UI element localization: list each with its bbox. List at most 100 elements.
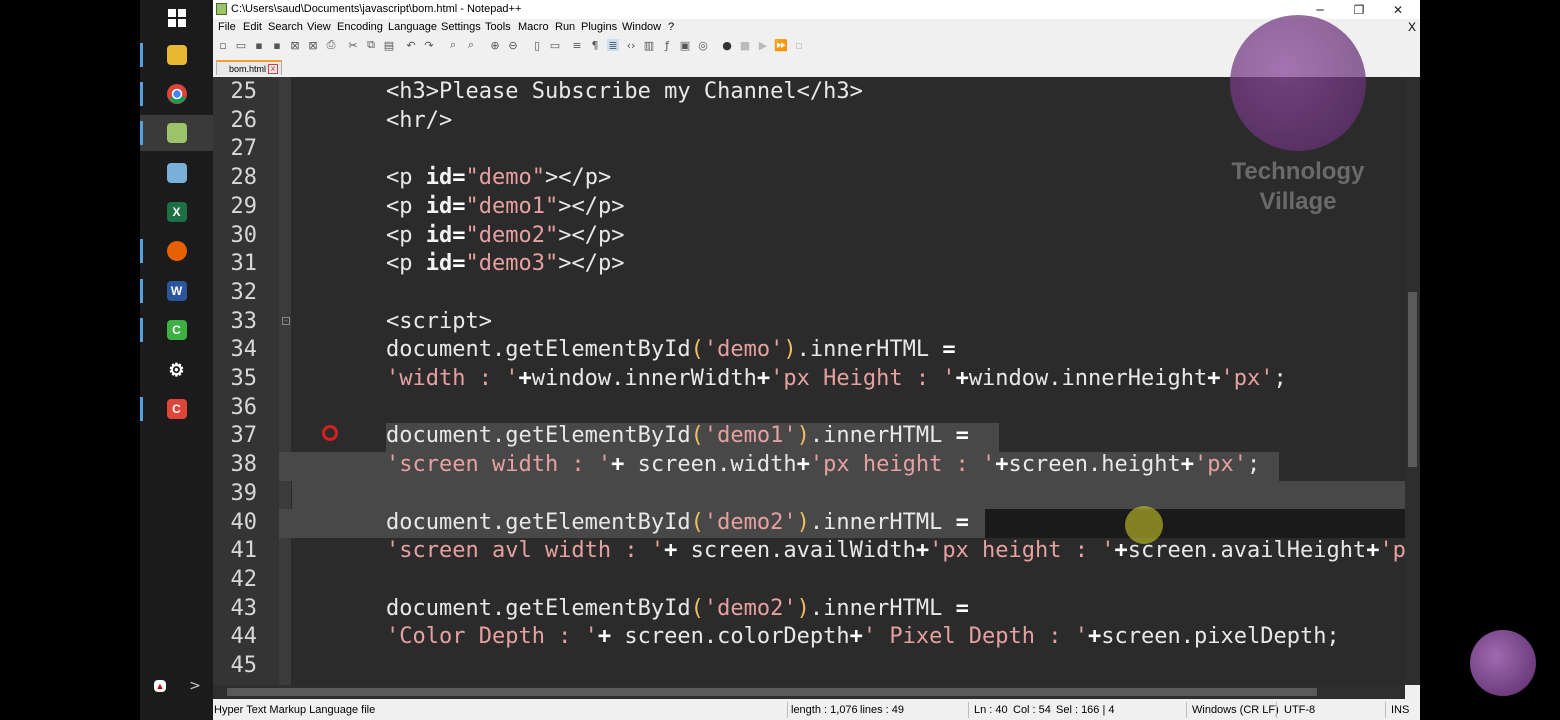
line-number: 26 — [230, 107, 258, 133]
line-number: 40 — [230, 509, 258, 535]
code-line[interactable]: 32 — [213, 278, 1405, 307]
settings-icon[interactable]: ⚙ — [140, 352, 213, 388]
camtasia-icon[interactable]: C — [140, 312, 213, 348]
play-macro-icon[interactable]: ▶ — [757, 39, 769, 52]
copy-icon[interactable]: ⧉ — [365, 38, 377, 51]
excel-icon[interactable]: X — [140, 194, 213, 230]
print-icon[interactable]: ⎙ — [325, 38, 337, 51]
code-line[interactable]: 31 <p id="demo3"></p> — [213, 249, 1405, 278]
app-icon[interactable] — [140, 155, 213, 191]
menu-macro[interactable]: Macro — [518, 21, 549, 33]
menu-file[interactable]: File — [218, 21, 236, 33]
windows-start-icon[interactable] — [140, 0, 213, 36]
menu-settings[interactable]: Settings — [441, 21, 481, 33]
save-macro-icon[interactable]: ▫ — [793, 39, 805, 52]
code-line[interactable]: 33 <script> — [213, 307, 1405, 336]
line-code: <p id="demo"></p> — [386, 165, 612, 191]
technology-village-watermark: Technology Village — [1228, 15, 1368, 217]
word-wrap-icon[interactable]: ≡ — [571, 39, 583, 52]
code-line[interactable]: 41 'screen avl width : '+ screen.availWid… — [213, 536, 1406, 565]
close-button[interactable]: ✕ — [1379, 0, 1417, 19]
horizontal-scrollbar[interactable] — [213, 685, 1405, 699]
sync-scroll-icon[interactable]: ▯ — [531, 39, 543, 52]
word-icon[interactable]: W — [140, 273, 213, 309]
code-line[interactable]: 38 'screen width : '+ screen.width+'px he… — [213, 450, 1405, 479]
redo-icon[interactable]: ↷ — [423, 39, 435, 52]
firefox-icon[interactable] — [140, 233, 213, 269]
horizontal-scroll-thumb[interactable] — [227, 688, 1317, 696]
line-code: 'width : '+window.innerWidth+'px Height … — [386, 366, 1287, 391]
channel-logo-icon — [1470, 630, 1536, 696]
wrap-icon[interactable]: ▭ — [549, 39, 561, 52]
tab-close-icon[interactable]: x — [268, 64, 278, 74]
xml-icon[interactable]: ‹› — [625, 39, 637, 52]
zoom-in-icon[interactable]: ⊕ — [489, 39, 501, 52]
menu-run[interactable]: Run — [555, 21, 575, 33]
menu-language[interactable]: Language — [388, 21, 437, 33]
zoom-out-icon[interactable]: ⊖ — [507, 39, 519, 52]
paste-icon[interactable]: ▤ — [383, 39, 395, 52]
code-line[interactable]: 30 <p id="demo2"></p> — [213, 221, 1405, 250]
folder-workspace-icon[interactable]: ◎ — [697, 39, 709, 52]
line-code: document.getElementById('demo1').innerHT… — [386, 423, 969, 449]
record-macro-icon[interactable]: ● — [721, 39, 733, 52]
close-file-icon[interactable]: ⊠ — [289, 39, 301, 52]
new-file-icon[interactable]: ▫ — [217, 39, 229, 52]
undo-icon[interactable]: ↶ — [405, 39, 417, 52]
save-icon[interactable]: ▪ — [253, 39, 265, 52]
line-code: <hr/> — [386, 107, 453, 133]
code-line[interactable]: 37 document.getElementById('demo1').inner… — [213, 421, 1405, 450]
code-line[interactable]: 35 'width : '+window.innerWidth+'px Heigh… — [213, 364, 1405, 393]
find-icon[interactable]: ⌕ — [447, 38, 459, 51]
code-line[interactable]: 28 <p id="demo"></p> — [213, 163, 1405, 192]
indent-guide-icon[interactable]: ≣ — [607, 39, 619, 52]
code-line[interactable]: 29 <p id="demo1"></p> — [213, 192, 1405, 221]
menu-edit[interactable]: Edit — [243, 21, 262, 33]
line-number: 35 — [230, 366, 258, 391]
menu-window[interactable]: Window — [622, 21, 661, 33]
code-line[interactable]: 34 document.getElementById('demo').innerH… — [213, 335, 1405, 364]
code-editor[interactable]: − 25 <h3>Please Subscribe my Channel</h3>… — [213, 77, 1405, 685]
close-document-button[interactable]: X — [1408, 20, 1416, 34]
monitor-icon[interactable]: ▣ — [679, 39, 691, 52]
menu-plugins[interactable]: Plugins — [581, 21, 617, 33]
line-number: 44 — [230, 624, 258, 650]
stop-macro-icon[interactable]: ■ — [739, 39, 751, 52]
tray-expand-icon[interactable]: > — [180, 668, 210, 704]
acrobat-tray-icon[interactable]: ▲ — [140, 668, 180, 704]
notepadpp-icon[interactable] — [140, 115, 213, 151]
menu-encoding[interactable]: Encoding — [337, 21, 383, 33]
line-number: 34 — [230, 337, 258, 363]
code-line[interactable]: 39 — [213, 479, 1405, 508]
open-file-icon[interactable]: ▭ — [235, 39, 247, 52]
show-all-chars-icon[interactable]: ¶ — [589, 39, 601, 52]
code-line[interactable]: 27 — [213, 134, 1405, 163]
menu-help[interactable]: ? — [668, 21, 674, 33]
status-sel: Sel : 166 | 4 — [1056, 704, 1115, 716]
cut-icon[interactable]: ✂ — [347, 39, 359, 52]
file-explorer-icon[interactable] — [140, 37, 213, 73]
code-line[interactable]: 40 document.getElementById('demo2').inner… — [213, 508, 1405, 537]
menu-tools[interactable]: Tools — [485, 21, 511, 33]
replace-icon[interactable]: ⌕ — [465, 38, 477, 51]
code-line[interactable]: 44 'Color Depth : '+ screen.colorDepth+' … — [213, 622, 1405, 651]
code-line[interactable]: 42 — [213, 565, 1405, 594]
code-line[interactable]: 43 document.getElementById('demo2').inner… — [213, 594, 1405, 623]
status-col: Col : 54 — [1013, 704, 1051, 716]
vertical-scrollbar[interactable] — [1405, 77, 1420, 685]
menu-view[interactable]: View — [307, 21, 331, 33]
menu-search[interactable]: Search — [268, 21, 303, 33]
camtasia-recorder-icon[interactable]: C — [140, 391, 213, 427]
close-all-icon[interactable]: ⊠ — [307, 39, 319, 52]
code-line[interactable]: 26 <hr/> — [213, 106, 1405, 135]
save-all-icon[interactable]: ▪ — [271, 39, 283, 52]
function-list-icon[interactable]: ƒ — [661, 39, 673, 52]
tab-bom-html[interactable]: bom.html x — [216, 60, 282, 75]
doc-map-icon[interactable]: ▥ — [643, 39, 655, 52]
code-line[interactable]: 36 — [213, 393, 1405, 422]
code-line[interactable]: 25 <h3>Please Subscribe my Channel</h3> — [213, 77, 1405, 106]
run-macro-multiple-icon[interactable]: ⏩ — [774, 39, 788, 52]
chrome-icon[interactable] — [140, 76, 213, 112]
vertical-scroll-thumb[interactable] — [1408, 292, 1417, 467]
code-line[interactable]: 45 — [213, 651, 1405, 680]
